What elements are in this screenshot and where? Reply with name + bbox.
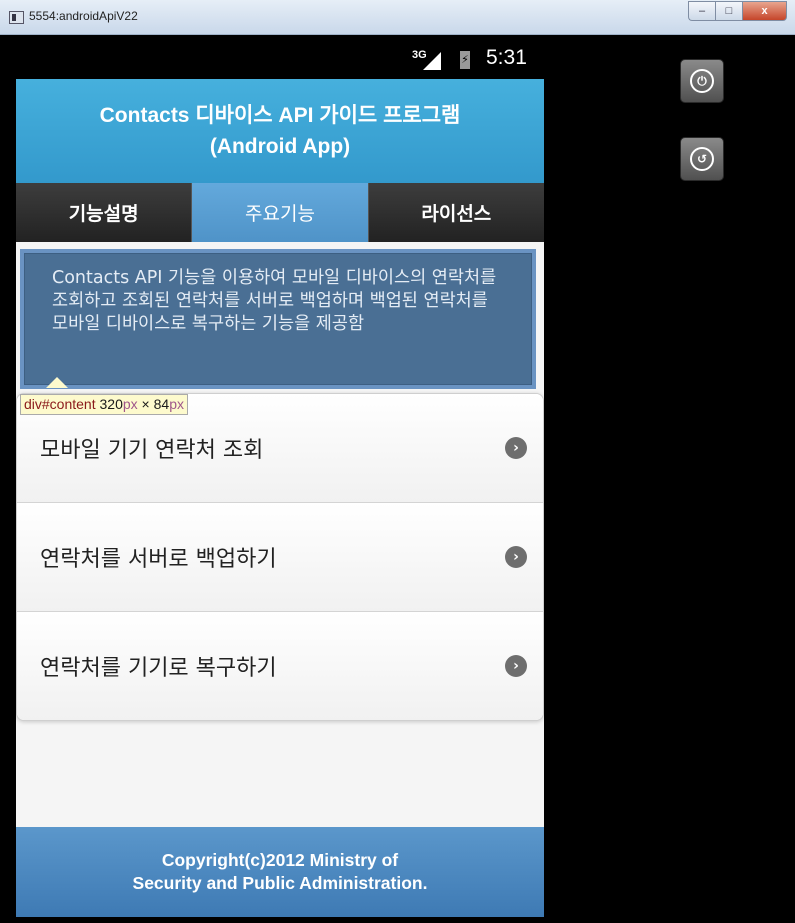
signal-icon: [423, 52, 441, 70]
power-button[interactable]: ⏻: [680, 59, 724, 103]
window-title: 5554:androidApiV22: [29, 9, 138, 23]
window-controls: – □ x: [688, 1, 787, 21]
menu-list: 모바일 기기 연락처 조회 › 연락처를 서버로 백업하기 › 연락처를 기기로…: [16, 393, 544, 721]
tab-main-features[interactable]: 주요기능: [192, 183, 369, 242]
tooltip-width: 320: [95, 396, 123, 412]
phone-screen: 3G ⚡ 5:31 Contacts 디바이스 API 가이드 프로그램 (An…: [16, 37, 544, 917]
battery-icon: ⚡: [460, 51, 470, 69]
tooltip-height-unit: px: [169, 396, 184, 412]
close-button[interactable]: x: [742, 1, 787, 21]
tab-bar: 기능설명 주요기능 라이선스: [16, 183, 544, 242]
menu-item-label: 연락처를 서버로 백업하기: [40, 547, 277, 572]
menu-item-restore-contacts[interactable]: 연락처를 기기로 복구하기 ›: [17, 612, 543, 720]
tab-license[interactable]: 라이선스: [368, 183, 544, 242]
status-bar: 3G ⚡ 5:31: [16, 37, 544, 79]
content-description: Contacts API 기능을 이용하여 모바일 디바이스의 연락처를 조회하…: [52, 268, 497, 334]
rotate-icon: ↺: [690, 147, 714, 171]
tooltip-height: 84: [153, 396, 170, 412]
status-time: 5:31: [486, 46, 527, 69]
tooltip-separator: ×: [137, 396, 154, 412]
page-title-line1: Contacts 디바이스 API 가이드 프로그램: [99, 104, 461, 127]
window-titlebar: 5554:androidApiV22 – □ x: [0, 0, 795, 35]
app-window-icon: [9, 11, 24, 24]
emulator-frame: ⏻ ↺ 3G ⚡ 5:31 Contacts 디바이스 API 가이드 프로그램…: [0, 35, 795, 923]
maximize-button[interactable]: □: [715, 1, 742, 21]
tooltip-width-unit: px: [122, 396, 138, 412]
footer-line2: Security and Public Administration.: [132, 873, 428, 893]
menu-item-backup-contacts[interactable]: 연락처를 서버로 백업하기 ›: [17, 503, 543, 612]
menu-item-label: 연락처를 기기로 복구하기: [40, 656, 277, 681]
content-description-box: Contacts API 기능을 이용하여 모바일 디바이스의 연락처를 조회하…: [20, 249, 536, 389]
footer: Copyright(c)2012 Ministry of Security an…: [16, 827, 544, 917]
tooltip-selector: div#content: [24, 396, 96, 412]
app-header: Contacts 디바이스 API 가이드 프로그램 (Android App): [16, 79, 544, 183]
footer-line1: Copyright(c)2012 Ministry of: [161, 850, 399, 870]
chevron-right-icon: ›: [505, 546, 527, 568]
tab-description[interactable]: 기능설명: [16, 183, 193, 242]
rotate-button[interactable]: ↺: [680, 137, 724, 181]
inspector-tooltip: div#content 320px × 84px: [20, 394, 188, 415]
page-title: Contacts 디바이스 API 가이드 프로그램 (Android App): [100, 100, 461, 162]
chevron-right-icon: ›: [505, 437, 527, 459]
menu-item-label: 모바일 기기 연락처 조회: [40, 438, 264, 463]
power-icon: ⏻: [690, 69, 714, 93]
tooltip-arrow: [46, 377, 68, 388]
page-title-line2: (Android App): [209, 135, 351, 158]
chevron-right-icon: ›: [505, 655, 527, 677]
minimize-button[interactable]: –: [688, 1, 715, 21]
